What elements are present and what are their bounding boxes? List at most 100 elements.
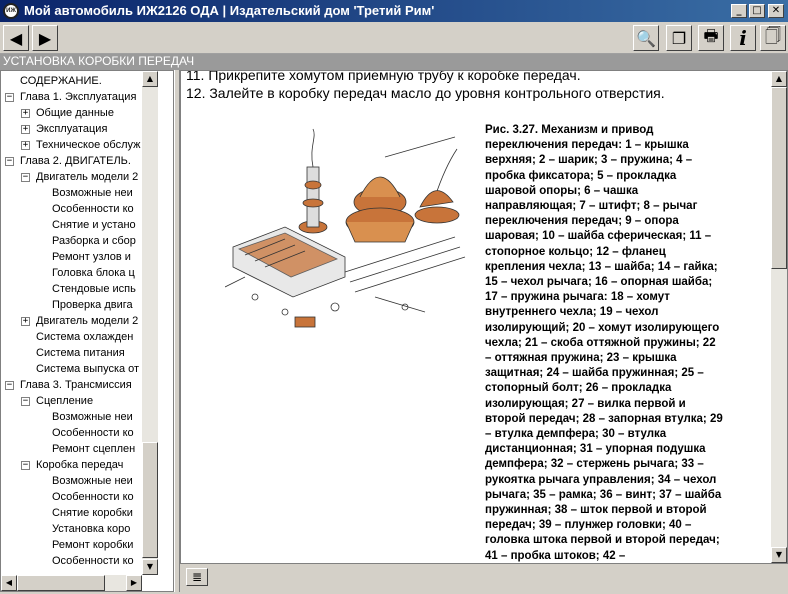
step-11-text: 11. Прикрепите хомутом приемную трубу к … (186, 71, 581, 83)
tree-item-label: Разборка и сбор (52, 235, 136, 247)
print-button[interactable]: 🖶 (698, 25, 724, 51)
tree-item[interactable]: Возможные неи (1, 409, 142, 425)
window-title: Мой автомобиль ИЖ2126 ОДА | Издательский… (24, 3, 435, 18)
tree-item[interactable]: Особенности ко (1, 489, 142, 505)
tree-item[interactable]: Система охлажден (1, 329, 142, 345)
scroll-up-arrow-icon[interactable]: ▲ (142, 71, 158, 87)
tree-item[interactable]: Особенности ко (1, 553, 142, 569)
collapse-icon[interactable]: − (21, 461, 30, 470)
scroll-thumb[interactable] (142, 442, 158, 558)
tree-item[interactable]: − Глава 1. Эксплуатация (1, 89, 142, 105)
tree-item[interactable]: + Техническое обслуж (1, 137, 142, 153)
tree-vertical-scrollbar[interactable]: ▲ ▼ (142, 71, 158, 575)
toolbar: ◀ ▶ 🔍 ❐ 🖶 i 🗍 (0, 22, 788, 54)
tree-item[interactable]: Особенности ко (1, 201, 142, 217)
tree-item-label: Глава 2. ДВИГАТЕЛЬ. (20, 155, 131, 167)
expand-icon[interactable]: + (21, 141, 30, 150)
section-header: УСТАНОВКА КОРОБКИ ПЕРЕДАЧ (0, 54, 788, 70)
tree-item[interactable]: + Двигатель модели 2 (1, 313, 142, 329)
doc-scroll-thumb[interactable] (771, 87, 787, 269)
tree-item[interactable]: Ремонт коробки (1, 537, 142, 553)
tree-item[interactable]: − Коробка передач (1, 457, 142, 473)
tree-item-label: Особенности ко (52, 203, 134, 215)
collapse-icon[interactable]: − (21, 397, 30, 406)
tree-item-label: Эксплуатация (36, 123, 108, 135)
document-content: 11. Прикрепите хомутом приемную трубу к … (181, 71, 771, 563)
tree-item[interactable]: Система выпуска от (1, 361, 142, 377)
tree-item[interactable]: Установка коро (1, 521, 142, 537)
tree-item-label: Ремонт сцеплен (52, 443, 136, 455)
tree-item-label: Установка коро (52, 523, 131, 535)
tree-item-label: Ремонт коробки (52, 539, 134, 551)
tree-item-label: Особенности ко (52, 555, 134, 567)
search-button[interactable]: 🔍 (633, 25, 659, 51)
tree-item[interactable]: Снятие и устано (1, 217, 142, 233)
tree-item[interactable]: − Глава 2. ДВИГАТЕЛЬ. (1, 153, 142, 169)
expand-icon[interactable]: + (21, 317, 30, 326)
tree-item-label: Сцепление (36, 395, 94, 407)
tree-item[interactable]: Возможные неи (1, 473, 142, 489)
contents-tree-pane: СОДЕРЖАНИЕ. − Глава 1. Эксплуатация + Общие … (0, 70, 174, 592)
arrow-right-icon: ▶ (38, 28, 52, 48)
tree-item[interactable]: Ремонт сцеплен (1, 441, 142, 457)
collapse-icon[interactable]: − (21, 173, 30, 182)
tree-item[interactable]: + Эксплуатация (1, 121, 142, 137)
status-bar: ≣ (180, 564, 788, 592)
maximize-button[interactable]: □ (749, 4, 765, 18)
scroll-left-arrow-icon[interactable]: ◀ (1, 575, 17, 591)
scroll-thumb-horizontal[interactable] (17, 575, 105, 591)
tree-item[interactable]: − Глава 3. Трансмиссия (1, 377, 142, 393)
search-icon: 🔍 (636, 28, 656, 48)
tree-item[interactable]: Снятие коробки (1, 505, 142, 521)
contents-tree[interactable]: СОДЕРЖАНИЕ. − Глава 1. Эксплуатация + Общие … (1, 71, 142, 574)
tree-item[interactable]: − Двигатель модели 2 (1, 169, 142, 185)
close-button[interactable]: ✕ (768, 4, 784, 18)
tree-item[interactable]: Разборка и сбор (1, 233, 142, 249)
gearbox-mechanism-figure (225, 128, 466, 328)
forward-button[interactable]: ▶ (32, 25, 58, 51)
tree-item[interactable]: Возможные неи (1, 185, 142, 201)
export-button[interactable]: 🗍 (760, 25, 786, 51)
doc-scroll-down-arrow-icon[interactable]: ▼ (771, 547, 787, 563)
tree-item-label: Глава 3. Трансмиссия (20, 379, 132, 391)
expand-icon[interactable]: + (21, 125, 30, 134)
collapse-icon[interactable]: − (5, 157, 14, 166)
tree-item-label: Система охлажден (36, 331, 134, 343)
list-icon: ≣ (191, 570, 203, 584)
app-window: ИЖ Мой автомобиль ИЖ2126 ОДА | Издательс… (0, 0, 788, 594)
tree-item[interactable]: Ремонт узлов и (1, 249, 142, 265)
minimize-button[interactable]: _ (731, 4, 747, 18)
title-bar[interactable]: ИЖ Мой автомобиль ИЖ2126 ОДА | Издательс… (0, 0, 788, 22)
doc-scroll-up-arrow-icon[interactable]: ▲ (771, 71, 787, 87)
document-pane: 11. Прикрепите хомутом приемную трубу к … (180, 70, 788, 564)
tree-item-label: Техническое обслуж (36, 139, 141, 151)
collapse-icon[interactable]: − (5, 381, 14, 390)
tree-item-label: Глава 1. Эксплуатация (20, 91, 137, 103)
tree-item-label: Возможные неи (52, 411, 133, 423)
tree-item[interactable]: Система питания (1, 345, 142, 361)
document-vertical-scrollbar[interactable]: ▲ ▼ (771, 71, 787, 563)
scroll-down-arrow-icon[interactable]: ▼ (142, 559, 158, 575)
document-view-button[interactable]: ≣ (186, 568, 208, 586)
tree-item[interactable]: Особенности ко (1, 425, 142, 441)
info-button[interactable]: i (730, 25, 756, 51)
tree-item-label: Снятие и устано (52, 219, 136, 231)
tree-horizontal-scrollbar[interactable]: ◀ ▶ (1, 575, 142, 591)
tree-item-label: Ремонт узлов и (52, 251, 131, 263)
tree-item[interactable]: + Общие данные (1, 105, 142, 121)
tree-item[interactable]: Стендовые испь (1, 281, 142, 297)
tree-item-label: СОДЕРЖАНИЕ. (20, 75, 102, 87)
tree-item[interactable]: СОДЕРЖАНИЕ. (1, 73, 142, 89)
tree-item-label: Общие данные (36, 107, 114, 119)
tree-item[interactable]: Проверка двига (1, 297, 142, 313)
back-button[interactable]: ◀ (3, 25, 29, 51)
collapse-icon[interactable]: − (5, 93, 14, 102)
tree-item-label: Двигатель модели 2 (36, 315, 139, 327)
scroll-right-arrow-icon[interactable]: ▶ (126, 575, 142, 591)
expand-icon[interactable]: + (21, 109, 30, 118)
tree-item[interactable]: Головка блока ц (1, 265, 142, 281)
tree-item-label: Возможные неи (52, 475, 133, 487)
figure-caption: Рис. 3.27. Механизм и привод переключени… (485, 124, 723, 562)
copy-button[interactable]: ❐ (666, 25, 692, 51)
tree-item[interactable]: − Сцепление (1, 393, 142, 409)
